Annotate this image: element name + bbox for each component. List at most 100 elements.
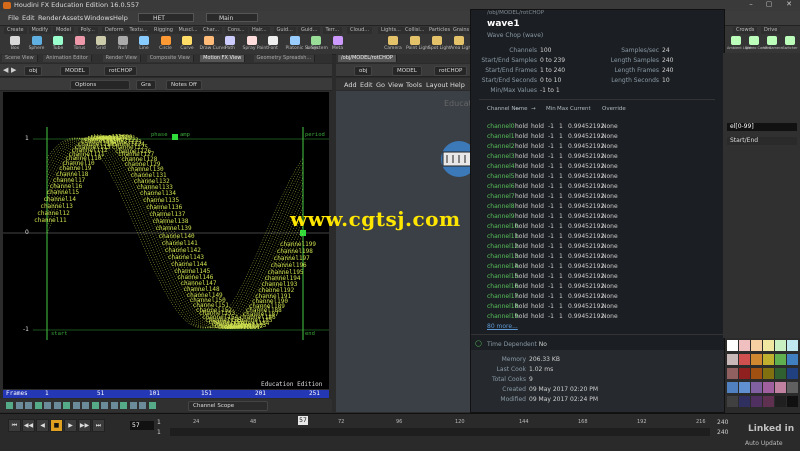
color-swatch[interactable] (787, 382, 798, 393)
color-swatch[interactable] (739, 382, 750, 393)
amp-handle[interactable] (172, 134, 178, 140)
shelf-tool-switcher[interactable]: Switcher (781, 36, 799, 53)
net-menu-go[interactable]: Go (376, 81, 385, 89)
shelf-tab[interactable]: Cons... (224, 27, 248, 34)
current-frame-field[interactable]: 57 (130, 421, 154, 430)
color-swatch[interactable] (775, 368, 786, 379)
shelf-tab[interactable]: Deform (102, 27, 127, 34)
shelf-tool-ambient-light[interactable]: Ambient Light (727, 36, 752, 53)
forward-arrow-icon[interactable]: ▶ (11, 66, 16, 74)
shelf-tool-point-light[interactable]: Point Light (406, 36, 430, 53)
playhead[interactable]: 57 (298, 416, 308, 425)
channel-name-cell[interactable]: channel2 (487, 143, 515, 150)
display-toggle-icon[interactable] (101, 402, 108, 409)
menu-file[interactable]: File (8, 14, 19, 22)
shelf-tab[interactable]: Poly... (77, 27, 98, 34)
range-start-field[interactable]: 1 (157, 419, 161, 426)
shelf-tab-right[interactable]: Collisi... (402, 27, 428, 34)
display-toggle-icon[interactable] (148, 402, 156, 409)
shelf-tool-grid[interactable]: Grid (92, 36, 110, 53)
shelf-tool-box[interactable]: Box (6, 36, 24, 53)
graph-button[interactable]: Gra (136, 80, 156, 90)
display-toggle-icon[interactable] (82, 402, 89, 409)
channel-name-cell[interactable]: channel11 (487, 233, 518, 240)
notes-button[interactable]: Notes Off (166, 80, 202, 90)
param-field-startend[interactable]: Start/End (727, 137, 797, 145)
shelf-tool-sphere[interactable]: Sphere (28, 36, 46, 53)
shelf-tool-tube[interactable]: Tube (49, 36, 67, 53)
color-swatch[interactable] (763, 382, 774, 393)
channel-name-cell[interactable]: channel1 (487, 133, 515, 140)
color-swatch[interactable] (763, 340, 774, 351)
shelf-tab-far[interactable]: Crowds (733, 27, 758, 34)
network-path-rotchop[interactable]: rotCHOP (434, 66, 468, 76)
color-swatch[interactable] (739, 368, 750, 379)
path-model[interactable]: MODEL (60, 66, 90, 76)
jump-start-icon[interactable]: ⏮ (8, 419, 21, 432)
color-swatch[interactable] (763, 368, 774, 379)
channel-name-cell[interactable]: channel12 (487, 243, 518, 250)
color-swatch[interactable] (739, 354, 750, 365)
display-toggle-icon[interactable] (110, 402, 118, 409)
shelf-tab[interactable]: Guid... (298, 27, 321, 34)
color-swatch[interactable] (727, 368, 738, 379)
network-editor[interactable]: Educat (336, 91, 477, 412)
color-swatch[interactable] (751, 382, 762, 393)
channel-name-cell[interactable]: channel5 (487, 173, 515, 180)
shelf-tool-meta[interactable]: Meta (329, 36, 347, 53)
shelf-tab[interactable]: Muscl... (175, 27, 201, 34)
display-toggle-icon[interactable] (25, 402, 32, 409)
color-swatch[interactable] (775, 340, 786, 351)
display-toggle-icon[interactable] (63, 402, 70, 409)
channel-name-cell[interactable]: channel13 (487, 253, 518, 260)
channel-name-cell[interactable]: channel8 (487, 203, 515, 210)
color-swatch[interactable] (727, 354, 738, 365)
net-menu-tools[interactable]: Tools (406, 81, 422, 89)
color-swatch[interactable] (739, 340, 750, 351)
menu-render[interactable]: Render (38, 14, 61, 22)
shelf-tool-platonic-solids[interactable]: Platonic Solids (286, 36, 318, 53)
display-toggle-icon[interactable] (6, 402, 13, 409)
tab-geometry-spreadsh-[interactable]: Geometry Spreadsh... (253, 55, 316, 62)
shelf-tool-area-light[interactable]: Area Light (450, 36, 473, 53)
shelf-tool-spot-light[interactable]: Spot Light (428, 36, 451, 53)
maximize-icon[interactable]: ▢ (762, 0, 776, 11)
net-menu-edit[interactable]: Edit (360, 81, 373, 89)
shelf-tool-camera[interactable]: Camera (384, 36, 402, 53)
tab-motion-fx-view[interactable]: Motion FX View (200, 55, 246, 62)
back-arrow-icon[interactable]: ◀ (3, 66, 8, 74)
shelf-tab[interactable]: Terr... (322, 27, 343, 34)
shelf-tab[interactable]: Cloud... (347, 27, 373, 34)
auto-update-button[interactable]: Auto Update (745, 440, 783, 447)
color-swatch[interactable] (775, 354, 786, 365)
display-toggle-icon[interactable] (72, 402, 80, 409)
tab-network[interactable]: /obj/MODEL/rotCHOP (338, 55, 397, 62)
color-swatch[interactable] (775, 382, 786, 393)
range-end-field[interactable]: 240 (717, 419, 728, 426)
stop-icon[interactable]: ■ (50, 419, 63, 432)
minimize-icon[interactable]: – (744, 0, 758, 11)
more-link[interactable]: 80 more... (487, 323, 518, 330)
color-swatch[interactable] (727, 396, 738, 407)
step-back-icon[interactable]: ◀◀ (22, 419, 35, 432)
channel-name-cell[interactable]: channel0 (487, 123, 515, 130)
channel-name-cell[interactable]: channel6 (487, 183, 515, 190)
play-icon[interactable]: ▶ (64, 419, 77, 432)
channel-name-cell[interactable]: channel17 (487, 293, 518, 300)
channel-name-cell[interactable]: channel15 (487, 273, 518, 280)
channel-name-cell[interactable]: channel16 (487, 283, 518, 290)
color-swatch[interactable] (727, 340, 738, 351)
channel-name-cell[interactable]: channel19 (487, 313, 518, 320)
display-toggle-icon[interactable] (139, 402, 146, 409)
color-swatch[interactable] (787, 368, 798, 379)
shelf-tool-line[interactable]: Line (135, 36, 153, 53)
color-swatch[interactable] (751, 396, 762, 407)
channel-name-cell[interactable]: channel14 (487, 263, 518, 270)
context-selector[interactable]: Main (206, 13, 258, 22)
menu-edit[interactable]: Edit (22, 14, 35, 22)
shelf-tool-vr-camera[interactable]: VR Camera (763, 36, 783, 53)
net-menu-help[interactable]: Help (450, 81, 465, 89)
shelf-tab[interactable]: Rigging (151, 27, 176, 34)
param-field-range[interactable]: el[0-99] (727, 123, 797, 131)
channel-name-cell[interactable]: channel4 (487, 163, 515, 170)
